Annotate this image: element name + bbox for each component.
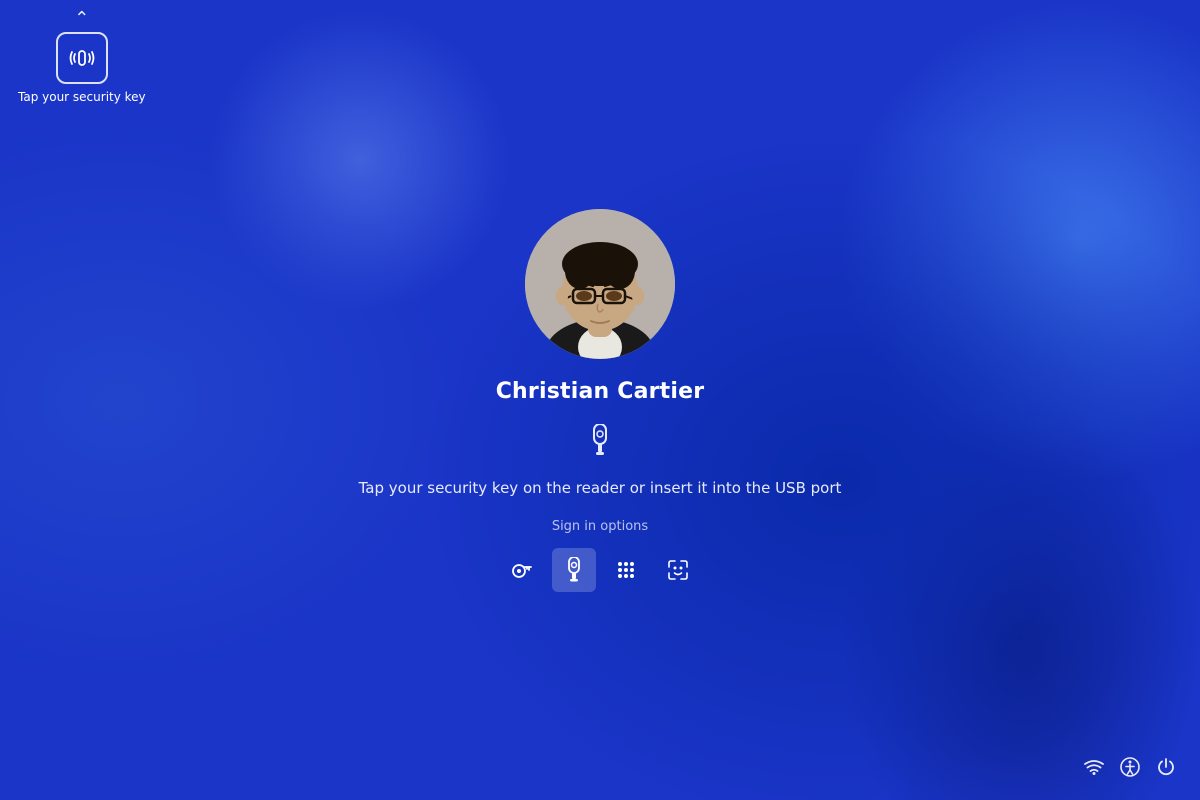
system-icons-bar [1084, 757, 1176, 782]
sign-in-options-label: Sign in options [552, 519, 648, 534]
pin-option-button[interactable] [604, 548, 648, 592]
avatar [525, 209, 675, 359]
accessibility-icon[interactable] [1120, 757, 1140, 782]
tap-security-key-label: Tap your security key [18, 90, 146, 104]
sign-in-options-row [500, 548, 700, 592]
password-option-button[interactable] [500, 548, 544, 592]
login-card: Christian Cartier Tap your security key … [359, 209, 842, 592]
pin-icon [615, 559, 637, 581]
wifi-icon[interactable] [1084, 759, 1104, 780]
security-key-option-button[interactable] [552, 548, 596, 592]
security-key-option-icon [563, 557, 585, 583]
face-recognition-option-button[interactable] [656, 548, 700, 592]
power-icon[interactable] [1156, 757, 1176, 782]
top-security-key-indicator: ⌃ Tap your security key [18, 10, 146, 104]
username: Christian Cartier [496, 379, 705, 404]
nfc-icon [68, 44, 96, 72]
nfc-icon-box [56, 32, 108, 84]
instruction-text: Tap your security key on the reader or i… [359, 479, 842, 497]
chevron-up-icon: ⌃ [74, 10, 89, 28]
security-key-icon [586, 424, 614, 465]
face-icon [667, 559, 689, 581]
password-icon [511, 559, 533, 581]
